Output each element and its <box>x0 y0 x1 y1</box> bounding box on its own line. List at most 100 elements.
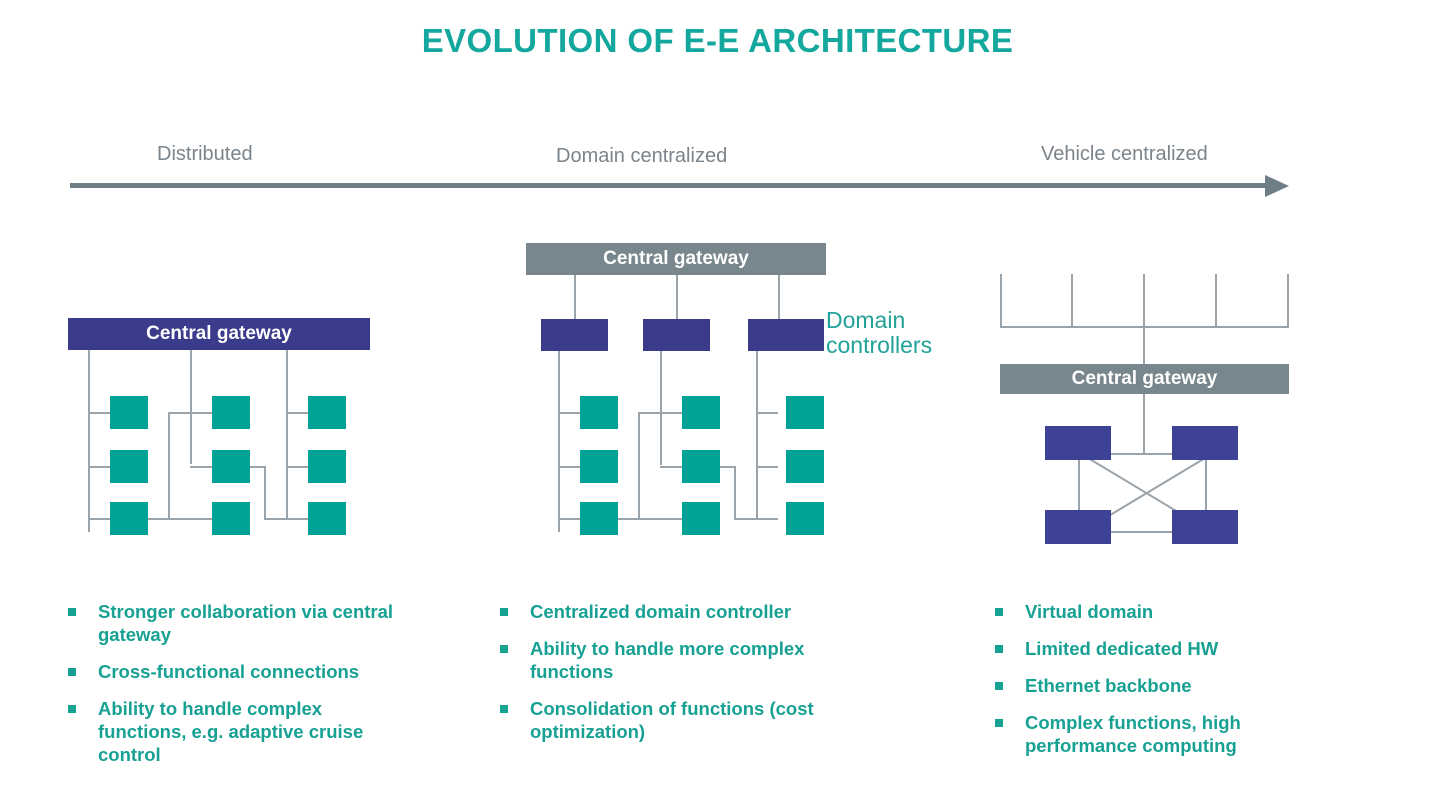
backbone-tooth <box>1000 274 1002 327</box>
gateway-to-dc-line <box>676 275 678 319</box>
stage-label-vehicle-centralized: Vehicle centralized <box>1041 143 1208 165</box>
trunk-line <box>286 350 288 518</box>
list-item: Ability to handle more complex functions <box>500 637 840 683</box>
gateway-to-mesh-line <box>1143 392 1145 454</box>
trunk-line <box>660 351 662 465</box>
list-item-text: Stronger collaboration via central gatew… <box>98 601 394 645</box>
cross-link-line <box>168 412 170 520</box>
list-item: Stronger collaboration via central gatew… <box>68 600 408 646</box>
central-gateway-bar-distributed: Central gateway <box>68 318 370 350</box>
bullet-square-icon <box>995 645 1003 653</box>
list-item-text: Ability to handle more complex functions <box>530 638 805 682</box>
ecu-box <box>110 502 148 535</box>
page-title: EVOLUTION OF E-E ARCHITECTURE <box>421 22 1014 59</box>
mesh-link-bottom <box>1108 531 1180 533</box>
bullet-square-icon <box>68 608 76 616</box>
list-item-text: Cross-functional connections <box>98 661 360 682</box>
arrow-head-icon <box>1265 175 1289 197</box>
gateway-to-dc-line <box>778 275 780 319</box>
bullet-square-icon <box>995 682 1003 690</box>
ecu-box <box>786 450 824 483</box>
ecu-box <box>580 502 618 535</box>
bus-to-gateway-line <box>1143 326 1145 368</box>
ecu-box <box>110 396 148 429</box>
bullet-list-vehicle-centralized: Virtual domain Limited dedicated HW Ethe… <box>995 600 1335 771</box>
list-item: Ability to handle complex functions, e.g… <box>68 697 408 766</box>
compute-node-box <box>1172 510 1238 544</box>
ecu-box <box>786 396 824 429</box>
bullet-square-icon <box>995 608 1003 616</box>
ecu-stub <box>88 466 110 468</box>
ecu-stub <box>88 412 110 414</box>
compute-node-box <box>1172 426 1238 460</box>
bullet-square-icon <box>995 719 1003 727</box>
ecu-box <box>308 450 346 483</box>
gateway-to-dc-line <box>574 275 576 319</box>
list-item: Complex functions, high performance comp… <box>995 711 1335 757</box>
ecu-stub <box>190 466 212 468</box>
domain-controller-box <box>541 319 608 351</box>
list-item: Centralized domain controller <box>500 600 840 623</box>
backbone-tooth <box>1215 274 1217 327</box>
ecu-box <box>308 396 346 429</box>
list-item: Cross-functional connections <box>68 660 408 683</box>
ecu-box <box>212 396 250 429</box>
bullet-square-icon <box>500 608 508 616</box>
bullet-list-domain-centralized: Centralized domain controller Ability to… <box>500 600 840 757</box>
ecu-stub <box>618 518 640 520</box>
backbone-tooth <box>1071 274 1073 327</box>
list-item-text: Ethernet backbone <box>1025 675 1192 696</box>
ecu-stub <box>638 518 682 520</box>
central-gateway-bar-domain: Central gateway <box>526 243 826 275</box>
backbone-tooth <box>1143 274 1145 327</box>
ecu-stub <box>168 412 212 414</box>
ecu-box <box>308 502 346 535</box>
ecu-box <box>110 450 148 483</box>
mesh-link-top <box>1108 453 1180 455</box>
bullet-square-icon <box>500 645 508 653</box>
stage-label-distributed: Distributed <box>157 143 253 165</box>
ecu-stub <box>88 518 110 520</box>
ecu-box <box>580 396 618 429</box>
bullet-square-icon <box>500 705 508 713</box>
ecu-stub <box>168 518 212 520</box>
ecu-stub <box>286 466 308 468</box>
ecu-box <box>580 450 618 483</box>
cross-link-line <box>734 466 736 520</box>
trunk-line <box>190 350 192 464</box>
domain-controller-box <box>748 319 824 351</box>
ecu-box <box>682 396 720 429</box>
ecu-box <box>682 502 720 535</box>
list-item: Consolidation of functions (cost optimiz… <box>500 697 840 743</box>
list-item: Limited dedicated HW <box>995 637 1335 660</box>
domain-controller-box <box>643 319 710 351</box>
ecu-box <box>212 450 250 483</box>
ecu-stub <box>660 466 682 468</box>
list-item-text: Centralized domain controller <box>530 601 792 622</box>
ecu-stub <box>286 412 308 414</box>
list-item-text: Consolidation of functions (cost optimiz… <box>530 698 814 742</box>
ecu-box <box>682 450 720 483</box>
stage-label-domain-centralized: Domain centralized <box>556 145 728 167</box>
ecu-stub <box>756 466 778 468</box>
list-item: Virtual domain <box>995 600 1335 623</box>
backbone-tooth <box>1287 274 1289 327</box>
ecu-stub <box>558 518 580 520</box>
list-item-text: Limited dedicated HW <box>1025 638 1219 659</box>
list-item: Ethernet backbone <box>995 674 1335 697</box>
list-item-text: Complex functions, high performance comp… <box>1025 712 1241 756</box>
domain-controllers-label: Domain controllers <box>826 307 933 358</box>
list-item-text: Ability to handle complex functions, e.g… <box>98 698 364 765</box>
compute-node-box <box>1045 510 1111 544</box>
ecu-box <box>212 502 250 535</box>
compute-node-box <box>1045 426 1111 460</box>
ecu-box <box>786 502 824 535</box>
ecu-stub <box>558 412 580 414</box>
ecu-stub <box>734 518 778 520</box>
ecu-stub <box>558 466 580 468</box>
cross-link-line <box>638 412 640 520</box>
timeline-axis <box>70 183 1270 188</box>
ecu-stub <box>756 412 778 414</box>
trunk-line <box>756 351 758 518</box>
bullet-square-icon <box>68 668 76 676</box>
